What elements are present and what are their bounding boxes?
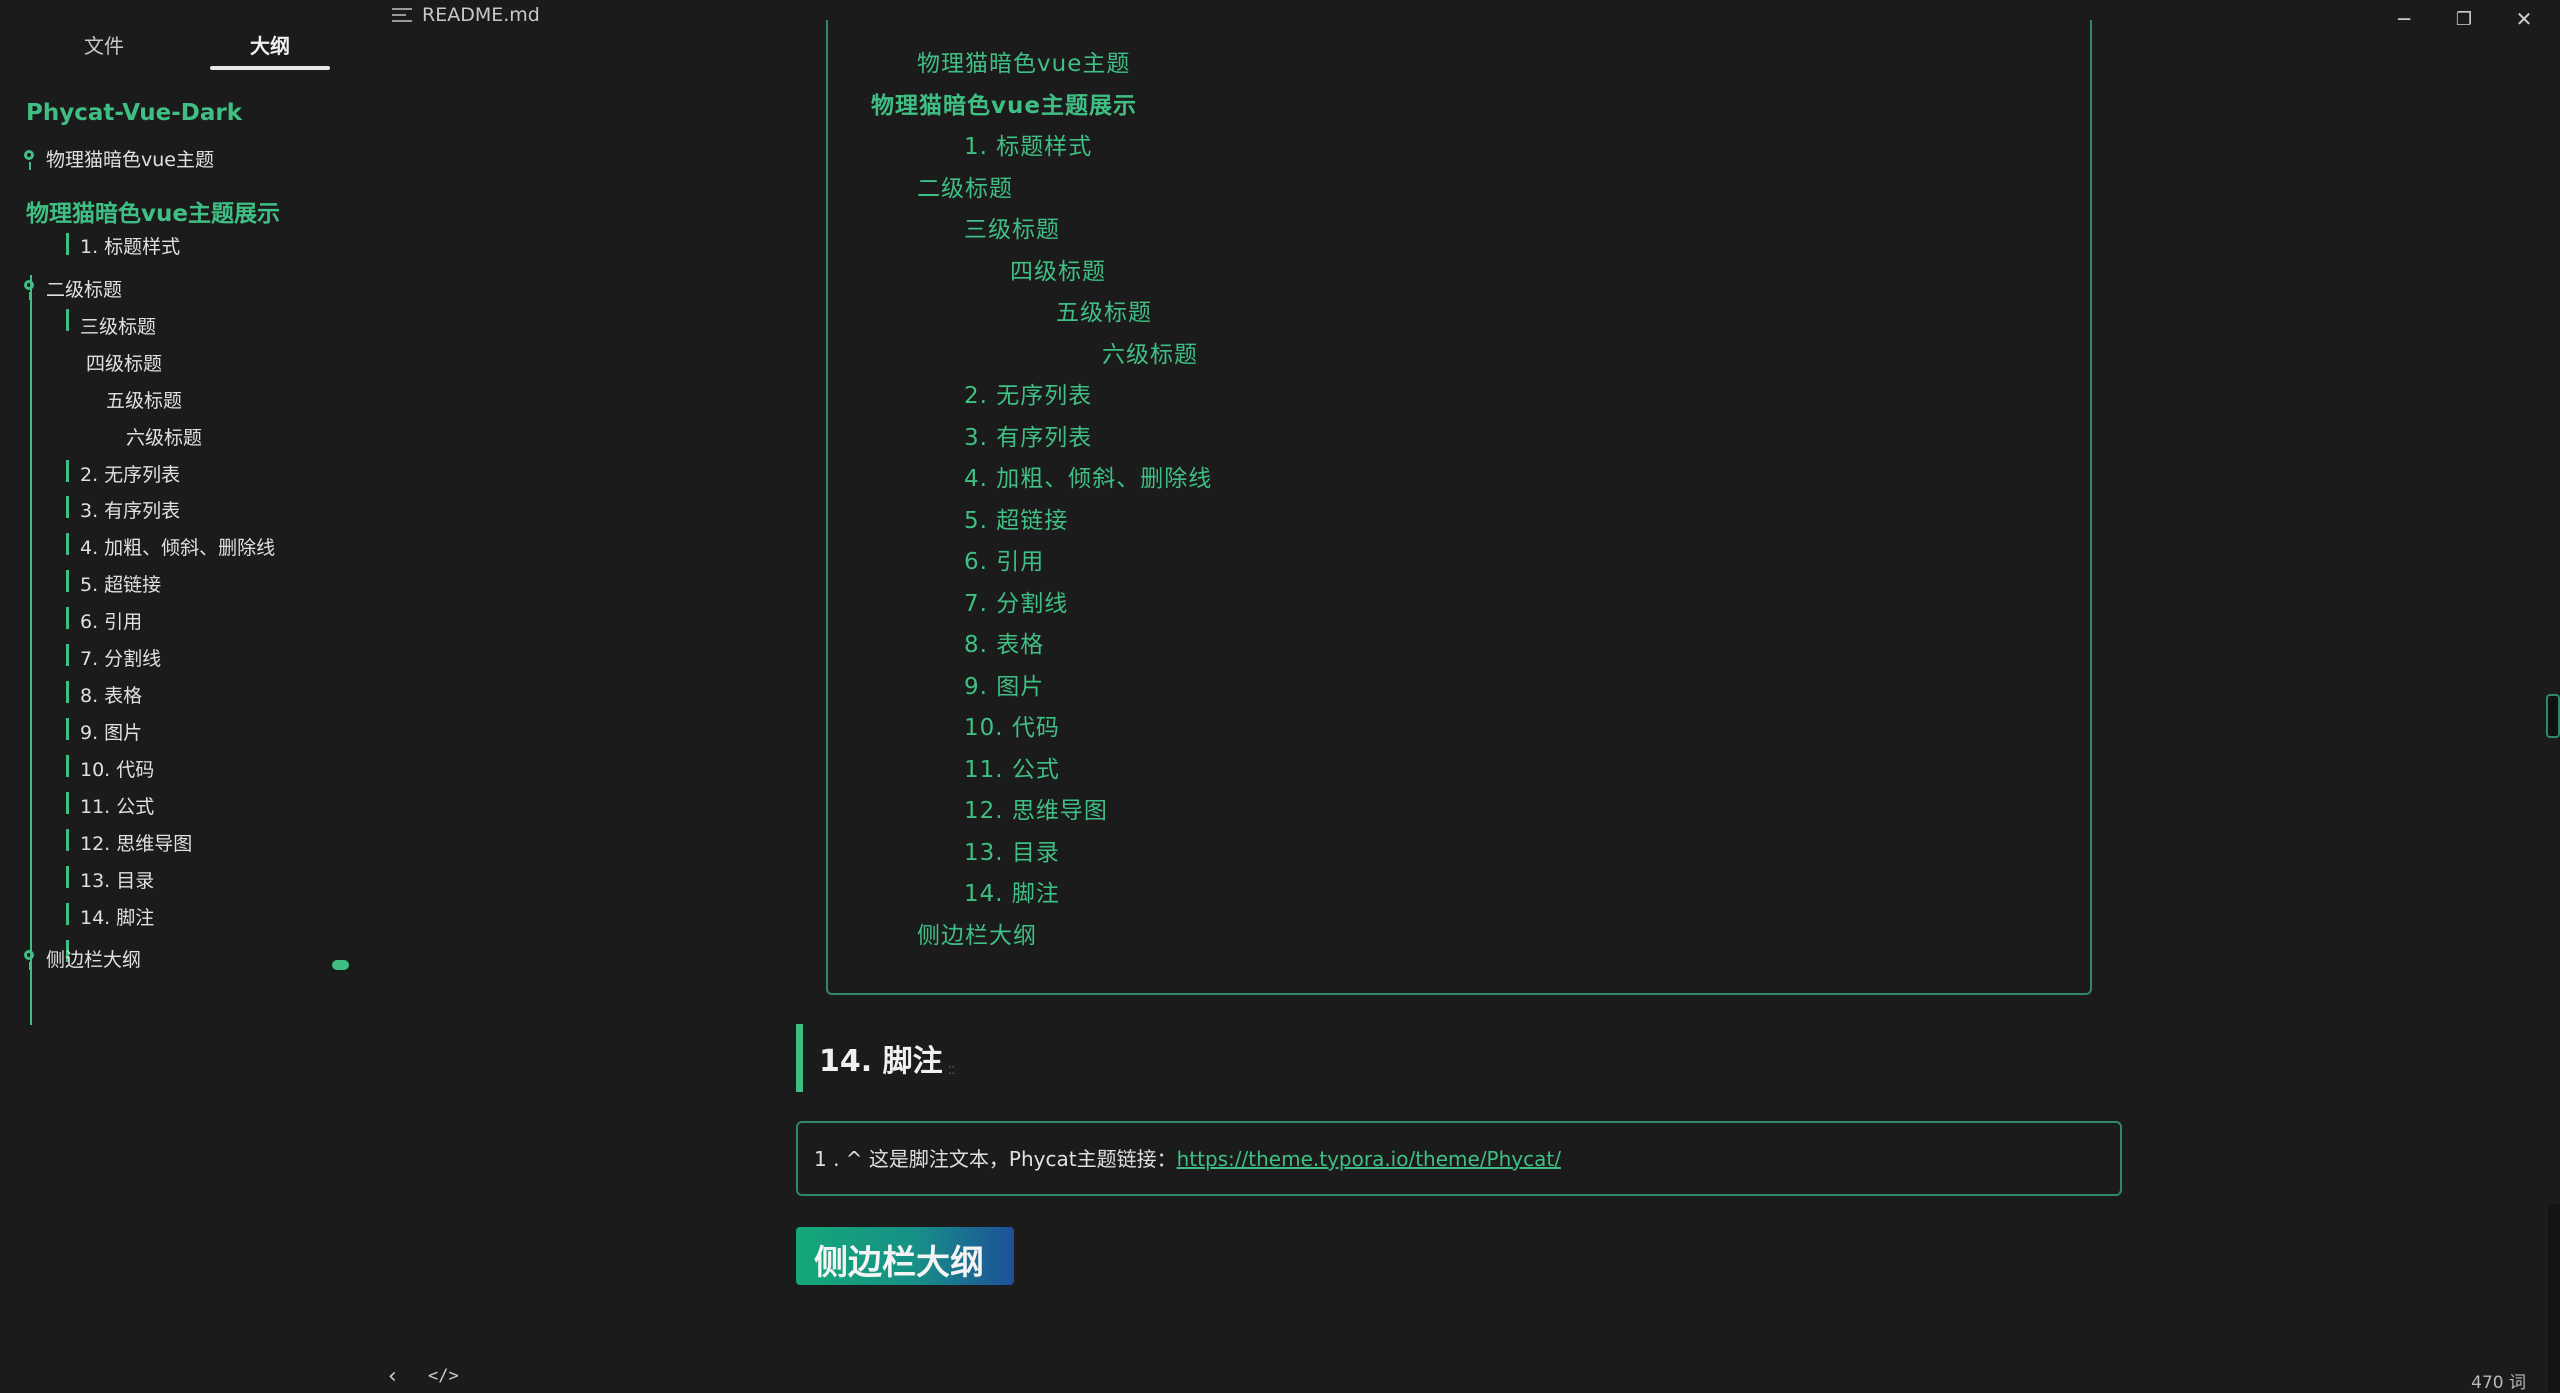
toc-link[interactable]: 五级标题 [1056,293,1152,327]
outline-item[interactable]: 二级标题 [46,275,122,302]
outline-tick [66,903,69,925]
toc-link[interactable]: 物理猫暗色vue主题 [917,44,1130,78]
footnote-text: 1 . ^ 这是脚注文本，Phycat主题链接： [814,1147,1177,1171]
outline-tick [66,309,69,331]
outline-tick [66,460,69,482]
outline-item[interactable]: 5. 超链接 [80,570,161,597]
toc-link[interactable]: 5. 超链接 [964,501,1068,535]
toc-link[interactable]: 物理猫暗色vue主题展示 [871,86,1137,120]
outline-connector [30,275,32,1025]
toc-link[interactable]: 三级标题 [964,210,1060,244]
toggle-sidebar-button[interactable]: ‹ [388,1364,397,1389]
word-count[interactable]: 470 词 [2471,1368,2526,1393]
outline-item[interactable]: 五级标题 [106,386,182,413]
toc-link[interactable]: 侧边栏大纲 [917,916,1037,950]
toc-link[interactable]: 四级标题 [1010,252,1106,286]
toc-link[interactable]: 7. 分割线 [964,584,1068,618]
footnote-link[interactable]: https://theme.typora.io/theme/Phycat/ [1177,1147,1561,1171]
toc-link[interactable]: 六级标题 [1102,335,1198,369]
outline-item[interactable]: 14. 脚注 [80,903,154,930]
outline-tick [66,496,69,518]
heading-footnote[interactable]: 14. 脚注 [819,1036,943,1080]
status-bar: ‹ </> 470 词 [356,1360,2560,1393]
outline-item[interactable]: 3. 有序列表 [80,496,180,523]
outline-item[interactable]: Phycat-Vue-Dark [26,100,242,126]
outline-item[interactable]: 8. 表格 [80,681,142,708]
outline-tick [66,570,69,592]
outline-tick [66,755,69,777]
outline-item[interactable]: 6. 引用 [80,607,142,634]
scrollbar-thumb[interactable] [2546,694,2560,738]
outline-item[interactable]: 11. 公式 [80,792,154,819]
toc-link[interactable]: 二级标题 [917,169,1013,203]
footnote-line[interactable]: 1 . ^ 这是脚注文本，Phycat主题链接：https://theme.ty… [814,1143,1561,1172]
heading-accent-bar [796,1024,803,1092]
toc-link[interactable]: 14. 脚注 [964,874,1060,908]
toc-link[interactable]: 2. 无序列表 [964,376,1092,410]
outline-item[interactable]: 2. 无序列表 [80,460,180,487]
outline-item[interactable]: 侧边栏大纲 [46,945,141,972]
outline-item[interactable]: 13. 目录 [80,866,154,893]
document-title-text: README.md [422,4,540,26]
outline-item[interactable]: 1. 标题样式 [80,232,180,259]
outline-node-icon [24,950,34,970]
toc-link[interactable]: 3. 有序列表 [964,418,1092,452]
outline-item[interactable]: 9. 图片 [80,718,142,745]
outline-item[interactable]: 7. 分割线 [80,644,161,671]
toc-link[interactable]: 11. 公式 [964,750,1060,784]
restore-button[interactable]: ❐ [2444,4,2484,34]
sidebar-resize-handle[interactable] [332,960,349,970]
outline-item[interactable]: 物理猫暗色vue主题展示 [26,194,280,228]
toc-link[interactable]: 9. 图片 [964,667,1044,701]
toc-link[interactable]: 10. 代码 [964,708,1060,742]
outline-tick [66,829,69,851]
heading-sidebar-outline[interactable]: 侧边栏大纲 [796,1227,1014,1285]
toc-link[interactable]: 6. 引用 [964,542,1044,576]
toc-link[interactable]: 13. 目录 [964,833,1060,867]
outline-item[interactable]: 10. 代码 [80,755,154,782]
source-mode-button[interactable]: </> [428,1366,459,1386]
outline-node-icon [24,280,34,300]
drag-handle-icon[interactable]: ⁚⁚ [948,1064,955,1077]
outline-tick [66,644,69,666]
tab-files[interactable]: 文件 [44,30,164,59]
minimize-button[interactable]: ─ [2384,4,2424,34]
toc-link[interactable]: 8. 表格 [964,625,1044,659]
toc-link[interactable]: 1. 标题样式 [964,127,1092,161]
outline-item[interactable]: 三级标题 [80,312,156,339]
outline-node-icon [24,150,34,170]
document-title[interactable]: README.md [392,4,540,26]
outline-tick [66,718,69,740]
outline-tick [66,866,69,888]
outline-tick [66,533,69,555]
active-tab-indicator [210,66,330,70]
outline-item[interactable]: 六级标题 [126,423,202,450]
outline-item[interactable]: 12. 思维导图 [80,829,192,856]
tab-outline[interactable]: 大纲 [210,30,330,59]
sidebar: 文件 大纲 Phycat-Vue-Dark 物理猫暗色vue主题 物理猫暗色vu… [0,0,356,1392]
toc-link[interactable]: 4. 加粗、倾斜、删除线 [964,459,1212,493]
outline-tick [66,792,69,814]
menu-icon [392,8,412,22]
outline-tick [66,233,69,255]
toc-block: 物理猫暗色vue主题 物理猫暗色vue主题展示 1. 标题样式 二级标题 三级标… [826,20,2092,995]
outline-tick [66,681,69,703]
close-button[interactable]: ✕ [2504,4,2544,34]
outline-item[interactable]: 四级标题 [86,349,162,376]
toc-link[interactable]: 12. 思维导图 [964,791,1108,825]
outline-item[interactable]: 4. 加粗、倾斜、删除线 [80,533,275,560]
outline-item[interactable]: 物理猫暗色vue主题 [46,145,214,172]
heading-sidebar-outline-text: 侧边栏大纲 [814,1243,984,1283]
footnote-block: 1 . ^ 这是脚注文本，Phycat主题链接：https://theme.ty… [796,1121,2122,1196]
outline-tick [66,607,69,629]
